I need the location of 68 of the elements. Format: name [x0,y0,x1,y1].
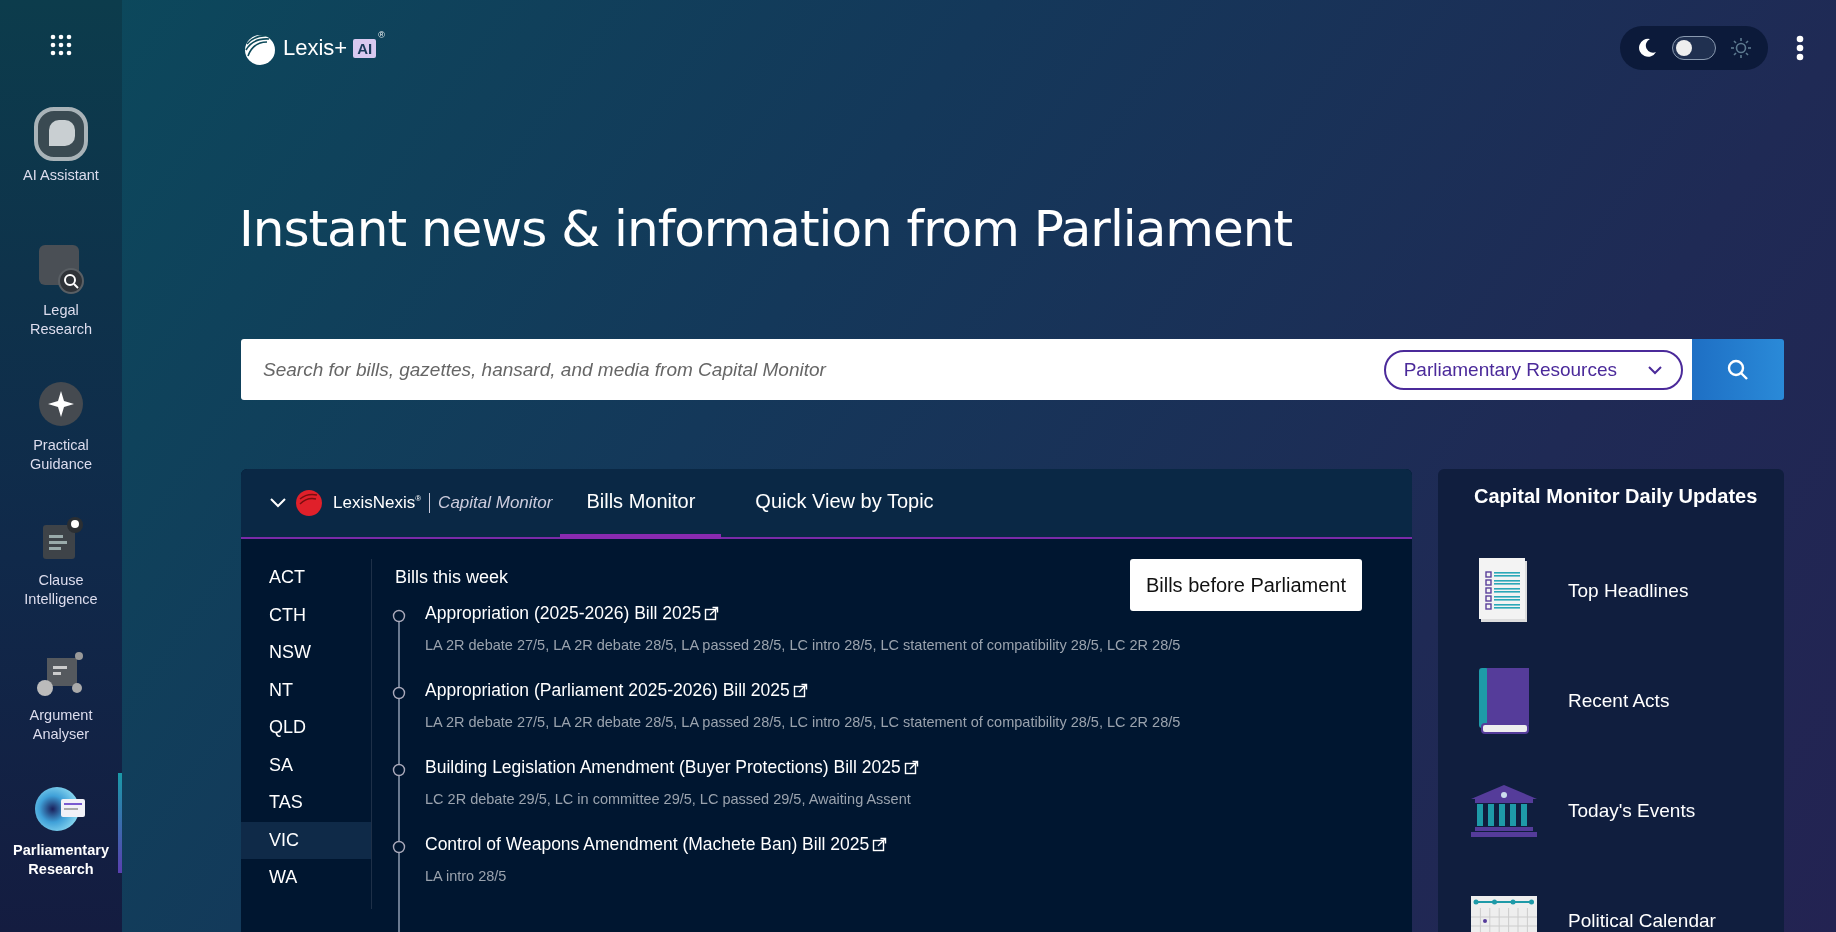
sidebar-item[interactable]: Practical Guidance [0,376,122,511]
product-name: Capital Monitor [429,493,553,513]
bill-status: LA intro 28/5 [425,868,508,884]
theme-toggle[interactable] [1672,36,1716,60]
scope-dropdown[interactable]: Parliamentary Resources [1383,349,1683,390]
search-field[interactable]: Search for bills, gazettes, hansard, and media from Capital Monitor Parliamentary Resources [241,339,1692,400]
bill-link[interactable]: Appropriation (Parliament 2025-2026) Bill 2025 [425,676,790,704]
external-link-icon[interactable] [872,836,888,852]
chevron-down-icon[interactable] [269,497,287,509]
sun-icon [1730,37,1752,59]
timeline-dot [392,840,406,854]
update-link[interactable]: Top Headlines [1568,580,1689,602]
state-item[interactable]: WA [241,859,371,897]
app-grid-icon[interactable] [50,34,72,56]
panel-title: Capital Monitor Daily Updates [1474,485,1759,508]
bills-before-parliament-button[interactable]: Bills before Parliament [1129,559,1362,611]
document-list-icon [1479,558,1529,624]
state-item[interactable]: NT [241,671,371,709]
sidebar-label: AI Assistant [22,166,100,185]
external-link-icon[interactable] [903,759,919,775]
state-item[interactable]: VIC [241,821,371,859]
sidebar-label: Parliamentary Research [12,841,110,879]
more-menu-icon[interactable] [1796,35,1804,61]
bill-status: LA 2R debate 27/5, LA 2R debate 28/5, LA passed 28/5, LC intro 28/5, LC statement of compatibility 28/5, LC 2R 28/5 [425,637,1182,653]
sidebar-item[interactable]: AI Assistant [0,106,122,241]
sidebar-label: Clause Intelligence [23,571,99,609]
timeline-dot [392,686,406,700]
book-icon [1479,668,1529,734]
external-link-icon[interactable] [792,682,808,698]
state-item[interactable]: CTH [241,596,371,634]
building-icon [1471,785,1537,837]
chevron-down-icon [1647,364,1663,375]
calendar-icon [1471,896,1537,932]
sidebar-label: Argument Analyser [28,706,94,744]
sidebar-item[interactable]: Argument Analyser [0,646,122,781]
tab[interactable]: Quick View by Topic [729,469,960,539]
state-item[interactable]: NSW [241,634,371,672]
section-title: Bills this week [395,567,509,588]
bill-link[interactable]: Building Legislation Amendment (Buyer Protections) Bill 2025 [425,753,901,781]
external-link-icon[interactable] [704,605,720,621]
sidebar-label: Legal Research [28,301,94,339]
brand-name: LexisNexis$^{®}$ [333,493,422,513]
timeline-dot [392,609,406,623]
sidebar-item[interactable]: Legal Research [0,241,122,376]
moon-icon [1636,37,1658,59]
search-icon [1726,357,1750,382]
speech-bubble-icon [33,106,89,162]
update-link[interactable]: Recent Acts [1568,690,1670,712]
sidebar-item[interactable]: Clause Intelligence [0,511,122,646]
state-item[interactable]: TAS [241,784,371,822]
bill-status: LA 2R debate 27/5, LA 2R debate 28/5, LA passed 28/5, LC intro 28/5, LC statement of compatibility 28/5, LC 2R 28/5 [425,714,1182,730]
page-heading: Instant news & information from Parliament [239,204,1294,254]
update-link[interactable]: Political Calendar [1568,910,1716,932]
bill-status: LC 2R debate 29/5, LC in committee 29/5, LC passed 29/5, Awaiting Assent [425,791,912,807]
sidebar-label: Practical Guidance [28,436,94,474]
tab[interactable]: Bills Monitor [560,469,722,539]
update-link[interactable]: Today's Events [1568,800,1696,822]
timeline-dot [392,763,406,777]
logo-icon [295,489,323,517]
search-button[interactable] [1692,339,1784,400]
logo-text: Lexis+ [283,35,348,61]
state-item[interactable]: QLD [241,709,371,747]
registered-mark: ® [378,30,385,40]
state-item[interactable]: SA [241,746,371,784]
bill-link[interactable]: Appropriation (2025-2026) Bill 2025 [425,599,702,627]
bill-link[interactable]: Control of Weapons Amendment (Machete Ban) Bill 2025 [425,830,870,858]
state-item[interactable]: ACT [241,559,371,597]
logo-badge: AI [353,38,377,58]
